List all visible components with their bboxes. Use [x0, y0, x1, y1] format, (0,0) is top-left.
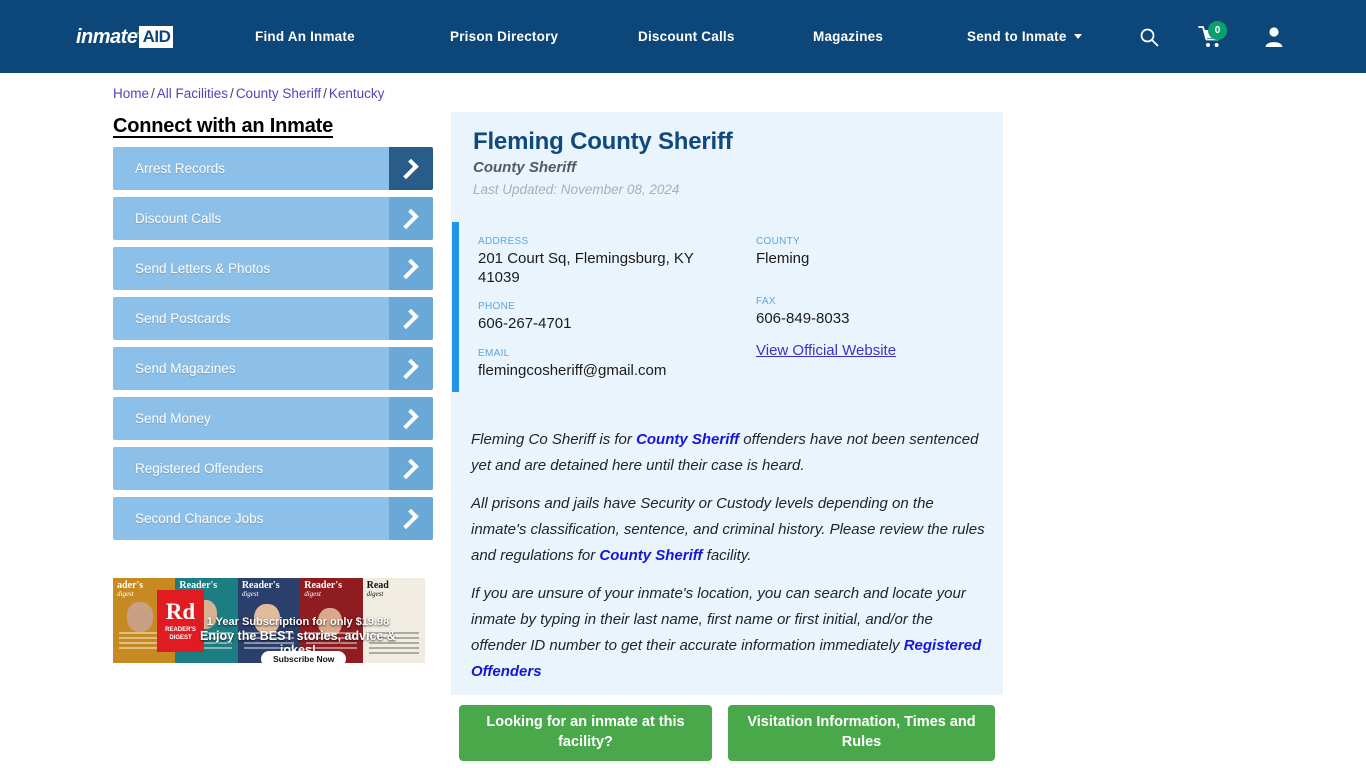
- ad-brand-name: READER'S DIGEST: [165, 627, 196, 641]
- ad-brand-logo: Rd READER'S DIGEST: [157, 590, 204, 652]
- chevron-right-icon: [389, 447, 433, 490]
- facility-last-updated: Last Updated: November 08, 2024: [473, 182, 680, 197]
- facility-card: Fleming County Sheriff County Sheriff La…: [451, 112, 1003, 695]
- site-logo[interactable]: inmate + AID: [76, 24, 188, 50]
- field-label: EMAIL: [478, 347, 510, 359]
- ad-brand-mark: Rd: [165, 599, 196, 624]
- sidebar-item-send-magazines[interactable]: Send Magazines: [113, 347, 433, 390]
- field-value: 201 Court Sq, Flemingsburg, KY 41039: [478, 250, 694, 287]
- sidebar-item-label: Second Chance Jobs: [135, 511, 264, 526]
- chevron-right-icon: [389, 497, 433, 540]
- search-icon[interactable]: [1139, 27, 1159, 47]
- chevron-right-icon: [389, 347, 433, 390]
- ad-subscribe-button[interactable]: Subscribe Now: [261, 651, 347, 663]
- field-phone: PHONE 606-267-4701: [478, 301, 728, 333]
- chevron-right-icon: [389, 247, 433, 290]
- ad-cover-sub: digest: [366, 590, 384, 598]
- contact-column-right: COUNTY Fleming FAX 606-849-8033 View Off…: [756, 236, 1006, 374]
- chevron-right-icon: [389, 397, 433, 440]
- description-paragraph-1: Fleming Co Sheriff is for County Sheriff…: [471, 427, 985, 479]
- sidebar-item-label: Send Money: [135, 411, 211, 426]
- nav-item-discount-calls[interactable]: Discount Calls: [638, 29, 735, 44]
- breadcrumb-item-county-sheriff[interactable]: County Sheriff: [236, 86, 321, 101]
- contact-column-left: ADDRESS 201 Court Sq, Flemingsburg, KY 4…: [478, 236, 728, 394]
- sidebar-item-arrest-records[interactable]: Arrest Records: [113, 147, 433, 190]
- sidebar-menu: Arrest Records Discount Calls Send Lette…: [113, 147, 433, 547]
- visitation-info-button[interactable]: Visitation Information, Times and Rules: [728, 705, 995, 761]
- chevron-down-icon: [1073, 34, 1082, 39]
- user-icon[interactable]: [1264, 26, 1284, 47]
- ad-cover-sub: digest: [241, 590, 259, 598]
- site-header: inmate + AID Find An Inmate Prison Direc…: [0, 0, 1366, 73]
- sidebar-item-label: Arrest Records: [135, 161, 226, 176]
- nav-item-magazines[interactable]: Magazines: [813, 29, 883, 44]
- nav-item-send-to-inmate[interactable]: Send to Inmate: [967, 29, 1082, 44]
- field-fax: FAX 606-849-8033: [756, 296, 1006, 328]
- ad-cover-photo: [127, 602, 153, 632]
- breadcrumb-separator: /: [151, 86, 155, 101]
- sidebar-item-label: Send Postcards: [135, 311, 231, 326]
- field-label: FAX: [756, 296, 776, 308]
- inline-link-county-sheriff[interactable]: County Sheriff: [599, 547, 702, 564]
- find-inmate-button[interactable]: Looking for an inmate at this facility?: [459, 705, 712, 761]
- accent-bar: [452, 222, 459, 392]
- sidebar-item-label: Send Letters & Photos: [135, 261, 271, 276]
- sidebar-item-second-chance-jobs[interactable]: Second Chance Jobs: [113, 497, 433, 540]
- nav-item-prison-directory[interactable]: Prison Directory: [450, 29, 558, 44]
- ad-cover-lines: [368, 632, 420, 658]
- paragraph-text: If you are unsure of your inmate's locat…: [471, 584, 966, 654]
- facility-type: County Sheriff: [473, 159, 577, 176]
- field-value: Fleming: [756, 250, 810, 267]
- ad-cover: Read digest: [362, 578, 425, 663]
- description-paragraph-2: All prisons and jails have Security or C…: [471, 491, 985, 569]
- field-value: flemingcosheriff@gmail.com: [478, 361, 667, 379]
- sidebar-item-send-postcards[interactable]: Send Postcards: [113, 297, 433, 340]
- advertisement-banner[interactable]: ader'sdigest Reader'sdigest Reader'sdige…: [113, 578, 425, 663]
- field-value: 606-849-8033: [756, 310, 850, 328]
- sidebar-heading: Connect with an Inmate: [113, 115, 334, 137]
- field-value: 606-267-4701: [478, 315, 572, 333]
- sidebar-item-label: Registered Offenders: [135, 461, 264, 476]
- field-email: EMAIL flemingcosheriff@gmail.com: [478, 348, 728, 380]
- nav-item-find-an-inmate[interactable]: Find An Inmate: [255, 29, 355, 44]
- official-website-link[interactable]: View Official Website: [756, 342, 896, 359]
- chevron-right-icon: [389, 197, 433, 240]
- nav-item-send-to-inmate-label: Send to Inmate: [967, 29, 1067, 44]
- cart-count-badge: 0: [1208, 21, 1227, 40]
- ad-cover-sub: digest: [304, 590, 321, 598]
- paragraph-text: facility.: [702, 546, 752, 564]
- field-address: ADDRESS 201 Court Sq, Flemingsburg, KY 4…: [478, 236, 728, 287]
- ad-cover-photo: [253, 604, 280, 634]
- paragraph-text: Fleming Co Sheriff is for: [471, 431, 637, 448]
- breadcrumb-item-all-facilities[interactable]: All Facilities: [157, 86, 228, 101]
- sidebar-item-label: Discount Calls: [135, 211, 222, 226]
- breadcrumb-item-home[interactable]: Home: [113, 86, 149, 101]
- logo-aid-badge: AID: [138, 26, 174, 48]
- inline-link-county-sheriff[interactable]: County Sheriff: [636, 431, 739, 448]
- facility-name: Fleming County Sheriff: [473, 128, 733, 155]
- sidebar-item-registered-offenders[interactable]: Registered Offenders: [113, 447, 433, 490]
- sidebar-item-send-money[interactable]: Send Money: [113, 397, 433, 440]
- field-website: View Official Website: [756, 342, 1006, 360]
- logo-wordmark: inmate: [76, 26, 138, 48]
- breadcrumb-separator: /: [230, 86, 234, 101]
- chevron-right-icon: [389, 147, 433, 190]
- field-county: COUNTY Fleming: [756, 236, 1006, 268]
- description-paragraph-3: If you are unsure of your inmate's locat…: [471, 581, 985, 685]
- breadcrumb-item-kentucky[interactable]: Kentucky: [329, 86, 385, 101]
- sidebar-item-label: Send Magazines: [135, 361, 236, 376]
- chevron-right-icon: [389, 297, 433, 340]
- field-label: ADDRESS: [478, 236, 529, 247]
- field-label: PHONE: [478, 301, 516, 313]
- breadcrumb: Home / All Facilities / County Sheriff / Kentu…: [113, 86, 384, 101]
- breadcrumb-separator: /: [323, 86, 327, 101]
- facility-description: Fleming Co Sheriff is for County Sheriff…: [471, 427, 985, 696]
- sidebar-item-send-letters-photos[interactable]: Send Letters & Photos: [113, 247, 433, 290]
- field-label: COUNTY: [756, 236, 801, 247]
- sidebar-item-discount-calls[interactable]: Discount Calls: [113, 197, 433, 240]
